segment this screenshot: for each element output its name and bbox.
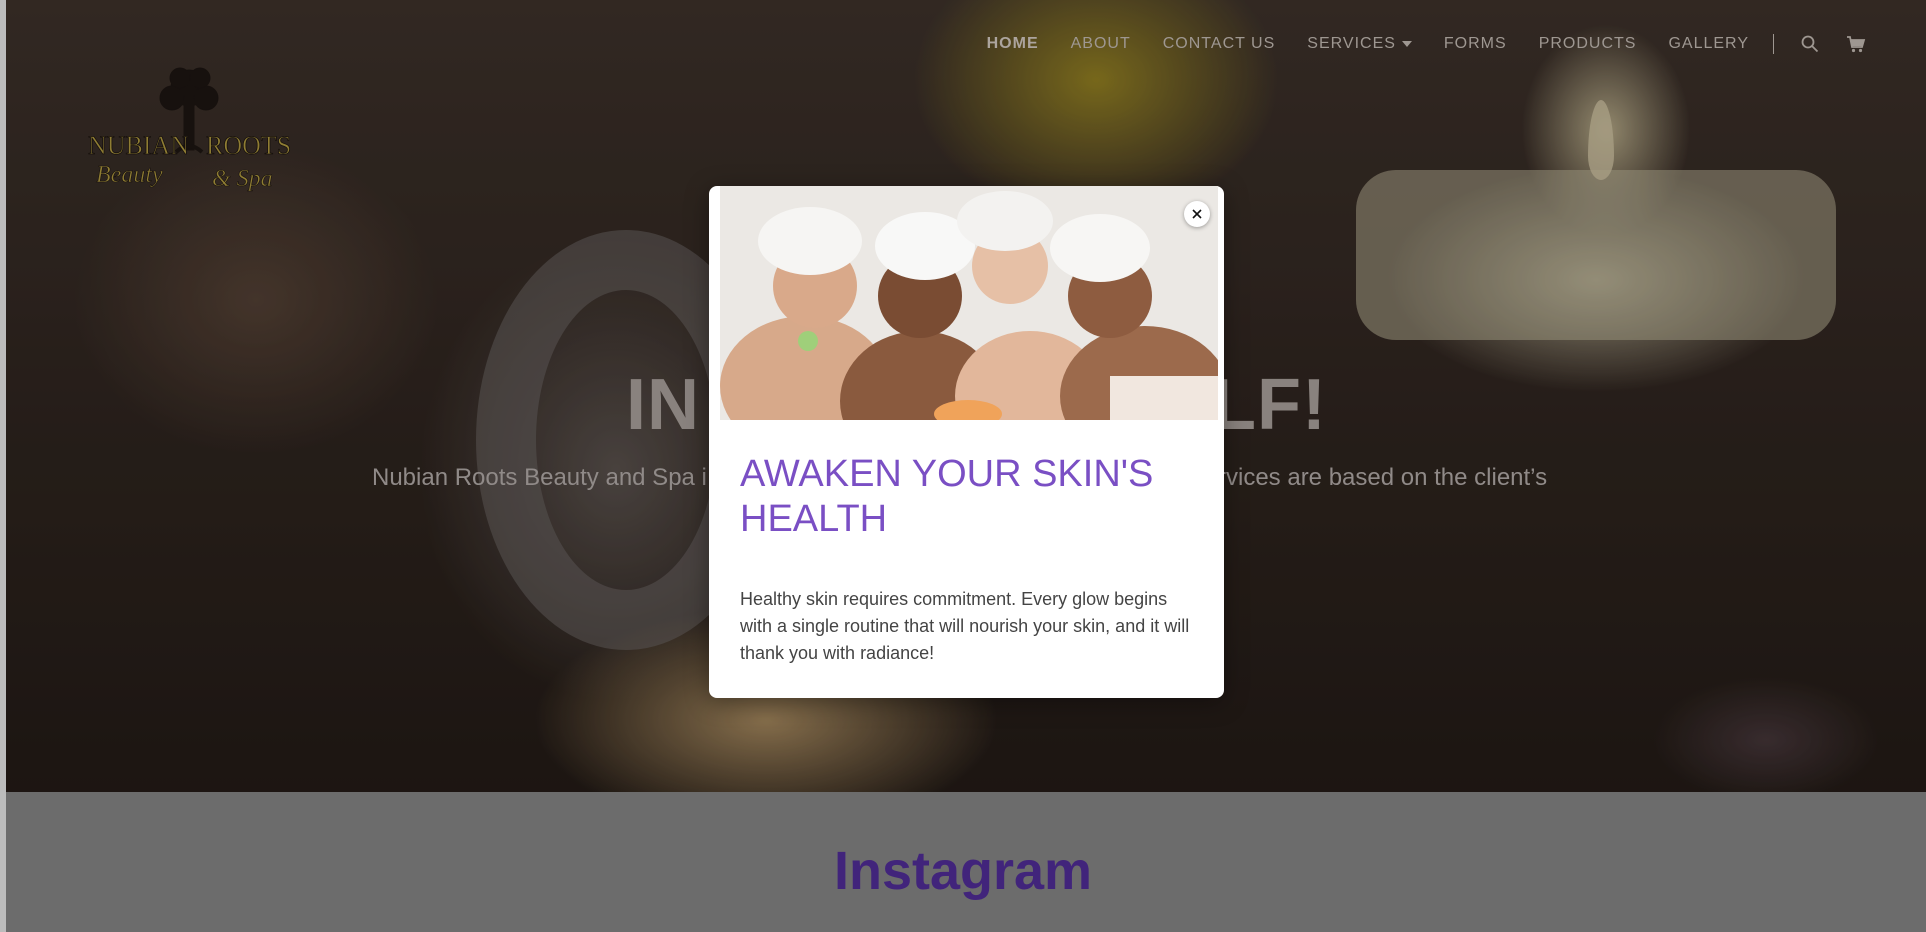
modal-heading: AWAKEN YOUR SKIN'S HEALTH — [740, 453, 1154, 540]
modal-hero-image — [720, 186, 1218, 420]
page: NUBIAN ROOTS Beauty & Spa HOME ABOUT CON… — [0, 0, 1926, 932]
close-icon[interactable] — [1184, 201, 1210, 227]
spa-women-image — [720, 186, 1218, 420]
promo-modal: AWAKEN YOUR SKIN'S HEALTH Healthy skin r… — [709, 186, 1224, 698]
modal-body-text: Healthy skin requires commitment. Every … — [740, 589, 1190, 663]
